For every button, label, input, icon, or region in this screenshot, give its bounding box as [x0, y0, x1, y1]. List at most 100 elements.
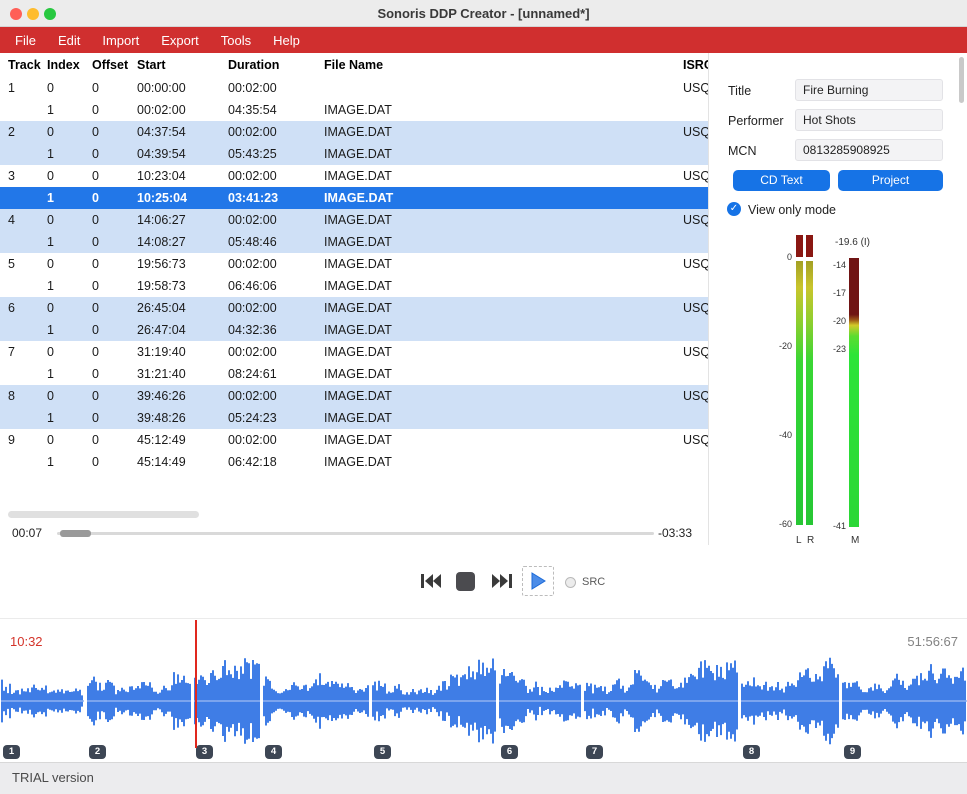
table-row[interactable]: 80039:46:2600:02:00IMAGE.DATUSQ [0, 385, 708, 407]
seek-slider-thumb[interactable] [60, 530, 91, 537]
cell-isrc: USQ [683, 389, 708, 403]
waveform-track-4[interactable] [263, 655, 369, 747]
cell-track: 7 [8, 345, 47, 359]
project-button[interactable]: Project [838, 170, 943, 191]
mcn-input[interactable] [795, 139, 943, 161]
track-badge-3[interactable]: 3 [196, 745, 213, 759]
loudness-meter [849, 258, 859, 527]
cell-index: 1 [47, 323, 92, 337]
table-row[interactable]: 50019:56:7300:02:00IMAGE.DATUSQ [0, 253, 708, 275]
waveform-track-8[interactable] [741, 655, 839, 747]
table-row[interactable]: 1045:14:4906:42:18IMAGE.DAT [0, 451, 708, 473]
cell-file: IMAGE.DAT [324, 147, 683, 161]
cell-index: 1 [47, 367, 92, 381]
cell-duration: 05:24:23 [228, 411, 324, 425]
table-row[interactable]: 30010:23:0400:02:00IMAGE.DATUSQ [0, 165, 708, 187]
table-horizontal-scrollbar[interactable] [8, 511, 199, 518]
loudness-readout: -19.6 (I) [835, 237, 870, 248]
cell-offset: 0 [92, 125, 137, 139]
table-row[interactable]: 1026:47:0404:32:36IMAGE.DAT [0, 319, 708, 341]
previous-track-button[interactable] [420, 572, 442, 595]
cell-file: IMAGE.DAT [324, 433, 683, 447]
trial-version-label: TRIAL version [12, 770, 94, 785]
cell-duration: 08:24:61 [228, 367, 324, 381]
menu-import[interactable]: Import [102, 33, 139, 48]
table-row[interactable]: 1039:48:2605:24:23IMAGE.DAT [0, 407, 708, 429]
cell-index: 1 [47, 147, 92, 161]
cell-duration: 03:41:23 [228, 191, 324, 205]
cell-duration: 00:02:00 [228, 389, 324, 403]
table-row[interactable]: 90045:12:4900:02:00IMAGE.DATUSQ [0, 429, 708, 451]
track-badge-5[interactable]: 5 [374, 745, 391, 759]
table-row[interactable]: 70031:19:4000:02:00IMAGE.DATUSQ [0, 341, 708, 363]
table-row[interactable]: 1014:08:2705:48:46IMAGE.DAT [0, 231, 708, 253]
performer-input[interactable] [795, 109, 943, 131]
cell-duration: 04:35:54 [228, 103, 324, 117]
column-header-offset: Offset [92, 58, 137, 72]
cell-index: 0 [47, 433, 92, 447]
next-track-button[interactable] [491, 572, 513, 595]
stop-button[interactable] [456, 572, 475, 591]
playhead-cursor[interactable] [195, 620, 197, 748]
title-input[interactable] [795, 79, 943, 101]
track-badge-1[interactable]: 1 [3, 745, 20, 759]
waveform-timeline[interactable]: 10:32 51:56:67 123456789 [0, 618, 967, 762]
cell-file: IMAGE.DAT [324, 257, 683, 271]
table-row[interactable]: 1031:21:4008:24:61IMAGE.DAT [0, 363, 708, 385]
menu-tools[interactable]: Tools [221, 33, 251, 48]
cell-offset: 0 [92, 301, 137, 315]
menu-export[interactable]: Export [161, 33, 199, 48]
track-badge-7[interactable]: 7 [586, 745, 603, 759]
cell-offset: 0 [92, 81, 137, 95]
view-only-check-icon[interactable]: ✓ [727, 202, 741, 216]
src-indicator-icon[interactable] [565, 577, 576, 588]
remaining-time: -03:33 [658, 526, 692, 540]
table-row[interactable]: 60026:45:0400:02:00IMAGE.DATUSQ [0, 297, 708, 319]
waveform-track-7[interactable] [584, 655, 738, 747]
column-header-duration: Duration [228, 58, 324, 72]
cell-duration: 00:02:00 [228, 125, 324, 139]
track-badge-6[interactable]: 6 [501, 745, 518, 759]
play-button[interactable] [522, 566, 554, 596]
cell-index: 1 [47, 103, 92, 117]
panel-scrollbar[interactable] [959, 57, 964, 103]
track-badge-9[interactable]: 9 [844, 745, 861, 759]
track-badge-4[interactable]: 4 [265, 745, 282, 759]
cell-isrc: USQ [683, 81, 708, 95]
cell-duration: 00:02:00 [228, 213, 324, 227]
meter-scale-label: L [796, 535, 802, 546]
waveform-track-9[interactable] [842, 655, 967, 747]
cell-duration: 06:46:06 [228, 279, 324, 293]
waveform-track-2[interactable] [87, 655, 191, 747]
cell-file: IMAGE.DAT [324, 279, 683, 293]
cell-file: IMAGE.DAT [324, 323, 683, 337]
waveform-track-6[interactable] [499, 655, 581, 747]
table-row[interactable]: 10000:00:0000:02:00USQ [0, 77, 708, 99]
cd-text-button[interactable]: CD Text [733, 170, 830, 191]
track-badge-8[interactable]: 8 [743, 745, 760, 759]
menu-help[interactable]: Help [273, 33, 300, 48]
table-row[interactable]: 1000:02:0004:35:54IMAGE.DAT [0, 99, 708, 121]
seek-slider[interactable] [57, 532, 654, 535]
mcn-label: MCN [728, 144, 756, 158]
table-row[interactable]: 40014:06:2700:02:00IMAGE.DATUSQ [0, 209, 708, 231]
cell-file: IMAGE.DAT [324, 103, 683, 117]
table-row[interactable]: 1019:58:7306:46:06IMAGE.DAT [0, 275, 708, 297]
cell-offset: 0 [92, 213, 137, 227]
cell-file: IMAGE.DAT [324, 213, 683, 227]
table-row[interactable]: 1010:25:0403:41:23IMAGE.DAT [0, 187, 708, 209]
waveform-track-1[interactable] [1, 655, 84, 747]
menu-file[interactable]: File [15, 33, 36, 48]
window-title: Sonoris DDP Creator - [unnamed*] [0, 6, 967, 21]
meter-scale-label: R [807, 535, 814, 546]
menu-edit[interactable]: Edit [58, 33, 80, 48]
table-row[interactable]: 1004:39:5405:43:25IMAGE.DAT [0, 143, 708, 165]
cell-file: IMAGE.DAT [324, 345, 683, 359]
cell-track: 8 [8, 389, 47, 403]
waveform-track-3[interactable] [194, 655, 260, 747]
waveform-track-5[interactable] [372, 655, 496, 747]
table-row[interactable]: 20004:37:5400:02:00IMAGE.DATUSQ [0, 121, 708, 143]
track-badge-2[interactable]: 2 [89, 745, 106, 759]
cell-offset: 0 [92, 169, 137, 183]
cell-duration: 00:02:00 [228, 433, 324, 447]
